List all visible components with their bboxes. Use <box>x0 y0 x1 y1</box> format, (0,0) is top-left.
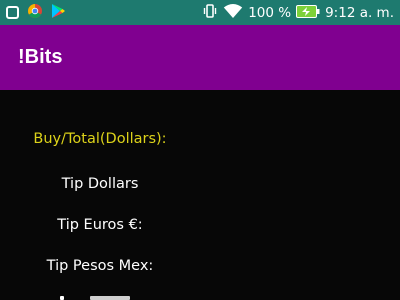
cutoff-row <box>60 295 150 300</box>
clock: 9:12 a. m. <box>325 5 394 21</box>
app-bar: !Bits <box>0 25 400 90</box>
status-bar-notifications <box>6 4 66 22</box>
tip-dollars-label: Tip Dollars <box>61 176 139 192</box>
buy-total-label: Buy/Total(Dollars): <box>33 131 167 147</box>
tip-euros-label: Tip Euros €: <box>57 217 143 233</box>
vibrate-icon <box>202 3 218 23</box>
status-square-icon <box>6 4 19 23</box>
status-bar-system: 100 % 9:12 a. m. <box>202 3 394 23</box>
battery-percent: 100 % <box>248 5 292 21</box>
tip-calculator-content: Buy/Total(Dollars): Tip Dollars Tip Euro… <box>0 90 400 300</box>
app-title: !Bits <box>18 46 63 68</box>
battery-charging-icon <box>296 4 320 22</box>
wifi-icon <box>223 3 243 23</box>
tip-pesos-label: Tip Pesos Mex: <box>46 258 154 274</box>
chrome-icon <box>27 3 43 23</box>
status-bar: 100 % 9:12 a. m. <box>0 0 400 25</box>
play-store-icon <box>51 3 66 23</box>
